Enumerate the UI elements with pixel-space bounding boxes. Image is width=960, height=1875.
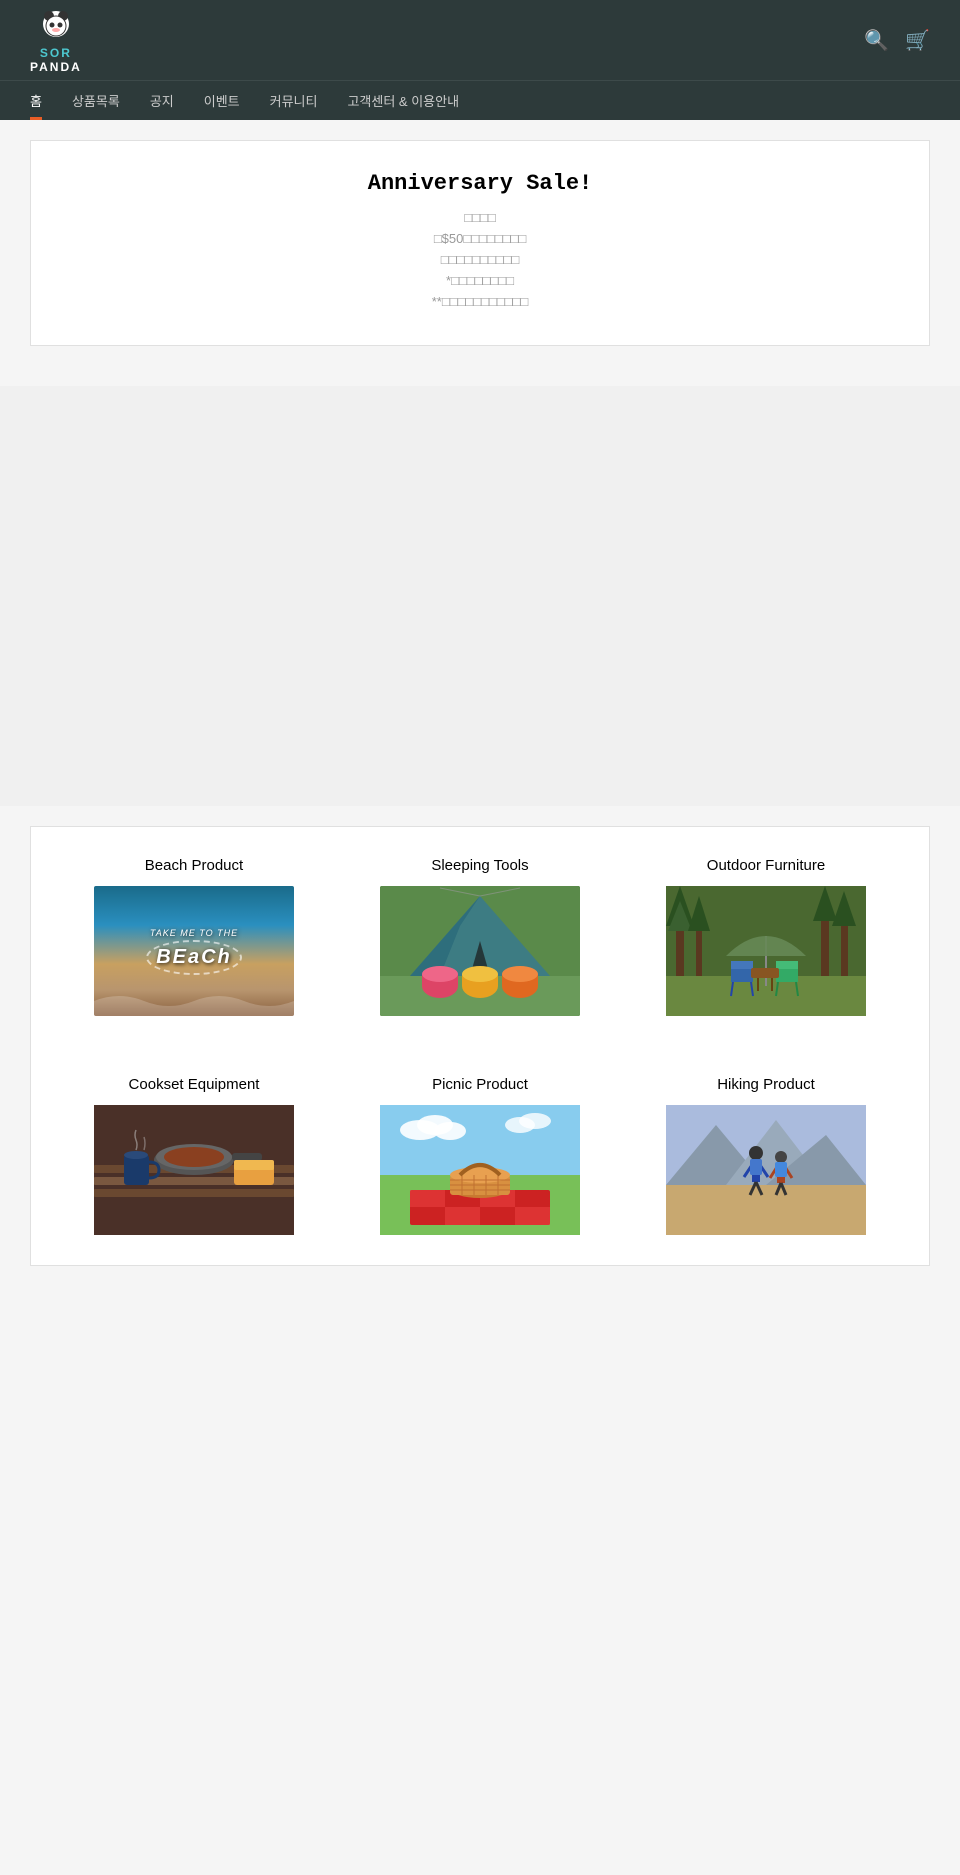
nav-item-notice[interactable]: 공지 <box>150 81 174 120</box>
cart-icon[interactable]: 🛒 <box>905 28 930 53</box>
category-picnic[interactable]: Picnic Product <box>347 1076 613 1235</box>
category-hiking-label: Hiking Product <box>717 1076 815 1093</box>
category-picnic-image <box>380 1105 580 1235</box>
category-beach-image: TAKE ME TO THE BEaCh <box>94 886 294 1016</box>
sale-line-2: □$50□□□□□□□□ <box>71 231 889 246</box>
category-sleeping[interactable]: Sleeping Tools <box>347 857 613 1016</box>
category-row-2: Cookset Equipment <box>61 1076 899 1235</box>
nav-item-event[interactable]: 이벤트 <box>204 81 240 120</box>
nav-item-home[interactable]: 홈 <box>30 81 42 120</box>
category-cookset-label: Cookset Equipment <box>129 1076 260 1093</box>
gray-area <box>0 386 960 806</box>
category-sleeping-image <box>380 886 580 1016</box>
category-row-1: Beach Product TAKE ME TO THE BEaCh Sleep… <box>61 857 899 1016</box>
sale-line-5: **□□□□□□□□□□□ <box>71 294 889 309</box>
header: SOR PANDA 🔍 🛒 <box>0 0 960 80</box>
sale-line-3: □□□□□□□□□□ <box>71 252 889 267</box>
search-icon[interactable]: 🔍 <box>864 28 889 53</box>
category-beach-label: Beach Product <box>145 857 243 874</box>
category-beach[interactable]: Beach Product TAKE ME TO THE BEaCh <box>61 857 327 1016</box>
category-hiking[interactable]: Hiking Product <box>633 1076 899 1235</box>
category-outdoor-label: Outdoor Furniture <box>707 857 825 874</box>
category-picnic-label: Picnic Product <box>432 1076 528 1093</box>
sale-line-4: *□□□□□□□□ <box>71 273 889 288</box>
nav-item-support[interactable]: 고객센터 & 이용안내 <box>347 81 459 120</box>
header-icons: 🔍 🛒 <box>864 28 930 53</box>
nav-item-products[interactable]: 상품목록 <box>72 81 120 120</box>
category-section: Beach Product TAKE ME TO THE BEaCh Sleep… <box>30 826 930 1266</box>
category-outdoor-image <box>666 886 866 1016</box>
content: Anniversary Sale! □□□□ □$50□□□□□□□□ □□□□… <box>0 120 960 386</box>
logo[interactable]: SOR PANDA <box>30 6 82 74</box>
category-outdoor[interactable]: Outdoor Furniture <box>633 857 899 1016</box>
nav-item-community[interactable]: 커뮤니티 <box>270 81 318 120</box>
beach-image-main-text: BEaCh <box>146 940 242 975</box>
category-cookset-image <box>94 1105 294 1235</box>
logo-sub: PANDA <box>30 60 82 74</box>
sale-banner: Anniversary Sale! □□□□ □$50□□□□□□□□ □□□□… <box>30 140 930 346</box>
category-sleeping-label: Sleeping Tools <box>431 857 528 874</box>
sale-line-1: □□□□ <box>71 210 889 225</box>
logo-name: SOR <box>40 46 72 60</box>
category-cookset[interactable]: Cookset Equipment <box>61 1076 327 1235</box>
beach-image-top-text: TAKE ME TO THE <box>146 928 242 938</box>
sale-title: Anniversary Sale! <box>71 171 889 196</box>
category-hiking-image <box>666 1105 866 1235</box>
nav: 홈 상품목록 공지 이벤트 커뮤니티 고객센터 & 이용안내 <box>0 80 960 120</box>
